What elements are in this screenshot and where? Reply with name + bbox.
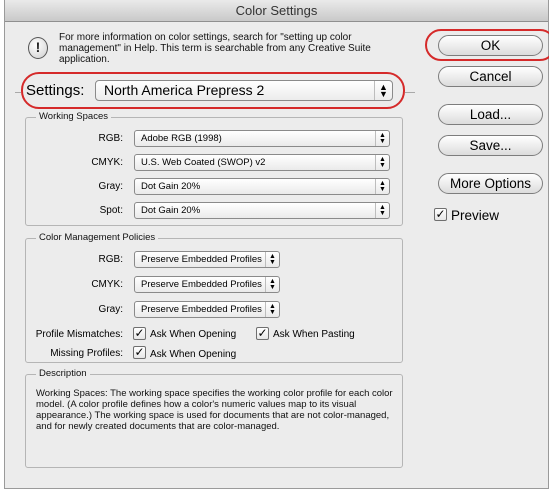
policy-gray-popup[interactable]: Preserve Embedded Profiles ▲ ▼ xyxy=(134,301,280,318)
policy-rgb-value: Preserve Embedded Profiles xyxy=(141,254,262,265)
policy-cmyk-label: CMYK: xyxy=(91,279,123,290)
ws-spot-label: Spot: xyxy=(99,205,123,216)
cancel-button[interactable]: Cancel xyxy=(438,66,543,87)
mismatch-ask-opening-checkbox[interactable]: ✓ xyxy=(133,327,146,340)
description-title: Description xyxy=(36,368,90,379)
description-text: Working Spaces: The working space specif… xyxy=(36,388,393,432)
mismatch-ask-opening-label[interactable]: Ask When Opening xyxy=(150,329,236,340)
more-options-button[interactable]: More Options xyxy=(438,173,543,194)
ws-spot-value: Dot Gain 20% xyxy=(141,205,201,216)
missing-ask-opening-checkbox[interactable]: ✓ xyxy=(133,346,146,359)
ws-rgb-popup[interactable]: Adobe RGB (1998) ▲ ▼ xyxy=(134,130,390,147)
preview-label[interactable]: Preview xyxy=(451,208,499,223)
profile-mismatches-label: Profile Mismatches: xyxy=(35,329,123,340)
mismatch-ask-pasting-checkbox[interactable]: ✓ xyxy=(256,327,269,340)
preview-checkbox[interactable]: ✓ xyxy=(434,208,447,221)
policy-gray-value: Preserve Embedded Profiles xyxy=(141,304,262,315)
updown-arrows-icon: ▲ ▼ xyxy=(375,203,389,218)
ws-gray-label: Gray: xyxy=(98,181,123,192)
window-title: Color Settings xyxy=(5,0,548,22)
load-button[interactable]: Load... xyxy=(438,104,543,125)
color-settings-dialog: Color Settings ! For more information on… xyxy=(4,0,549,489)
save-button[interactable]: Save... xyxy=(438,135,543,156)
policy-gray-label: Gray: xyxy=(98,304,123,315)
settings-separator-right xyxy=(405,92,415,93)
ws-spot-popup[interactable]: Dot Gain 20% ▲ ▼ xyxy=(134,202,390,219)
info-exclamation-icon: ! xyxy=(28,37,48,59)
updown-arrows-icon: ▲ ▼ xyxy=(265,277,279,292)
missing-profiles-label: Missing Profiles: xyxy=(50,348,123,359)
policy-cmyk-popup[interactable]: Preserve Embedded Profiles ▲ ▼ xyxy=(134,276,280,293)
working-spaces-group: Working Spaces RGB: Adobe RGB (1998) ▲ ▼ … xyxy=(25,111,403,226)
updown-arrows-icon: ▲ ▼ xyxy=(375,155,389,170)
ws-cmyk-value: U.S. Web Coated (SWOP) v2 xyxy=(141,157,266,168)
settings-highlight-oval xyxy=(21,72,405,109)
policies-title: Color Management Policies xyxy=(36,232,159,243)
ws-cmyk-popup[interactable]: U.S. Web Coated (SWOP) v2 ▲ ▼ xyxy=(134,154,390,171)
mismatch-ask-pasting-label[interactable]: Ask When Pasting xyxy=(273,329,355,340)
working-spaces-title: Working Spaces xyxy=(36,111,111,122)
updown-arrows-icon: ▲ ▼ xyxy=(265,252,279,267)
ws-gray-popup[interactable]: Dot Gain 20% ▲ ▼ xyxy=(134,178,390,195)
policy-rgb-popup[interactable]: Preserve Embedded Profiles ▲ ▼ xyxy=(134,251,280,268)
description-group: Description Working Spaces: The working … xyxy=(25,368,403,468)
ok-highlight-oval xyxy=(425,29,549,61)
ws-cmyk-label: CMYK: xyxy=(91,157,123,168)
ws-gray-value: Dot Gain 20% xyxy=(141,181,201,192)
policies-group: Color Management Policies RGB: Preserve … xyxy=(25,232,403,363)
missing-ask-opening-label[interactable]: Ask When Opening xyxy=(150,349,236,360)
info-text: For more information on color settings, … xyxy=(59,32,371,65)
updown-arrows-icon: ▲ ▼ xyxy=(265,302,279,317)
updown-arrows-icon: ▲ ▼ xyxy=(375,131,389,146)
updown-arrows-icon: ▲ ▼ xyxy=(375,179,389,194)
policy-rgb-label: RGB: xyxy=(98,254,123,265)
policy-cmyk-value: Preserve Embedded Profiles xyxy=(141,279,262,290)
ws-rgb-label: RGB: xyxy=(98,133,123,144)
ws-rgb-value: Adobe RGB (1998) xyxy=(141,133,222,144)
